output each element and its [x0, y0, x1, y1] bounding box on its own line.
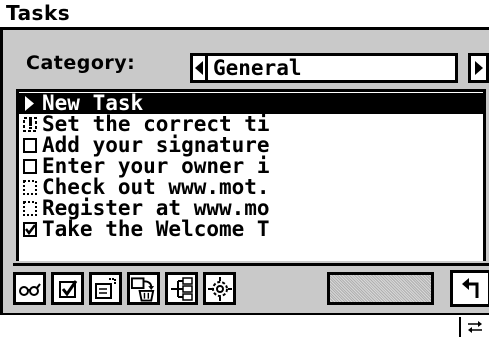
task-text: Register at www.mo [42, 196, 270, 220]
input-area[interactable] [0, 313, 489, 337]
tasks-screen: Tasks Category: General New Task Set the… [0, 0, 489, 337]
task-text: Enter your owner i [42, 154, 270, 178]
view-icon [18, 282, 41, 296]
task-list[interactable]: New Task Set the correct ti Add your sig… [16, 89, 486, 275]
edit-task-button[interactable] [89, 272, 122, 305]
delete-task-button[interactable] [127, 272, 160, 305]
task-item[interactable]: Add your signature [19, 135, 483, 156]
category-selector[interactable]: General [190, 53, 458, 83]
complete-task-button[interactable] [51, 272, 84, 305]
task-text: New Task [42, 91, 144, 115]
new-task-arrow-icon [22, 93, 39, 114]
low-priority-checkbox-icon[interactable] [22, 198, 39, 219]
toolbar-empty-slot [327, 272, 434, 305]
window-title: Tasks [6, 1, 71, 25]
view-button[interactable] [13, 272, 46, 305]
back-arrow-icon [461, 277, 478, 298]
high-priority-checkbox-icon[interactable] [22, 114, 39, 135]
tasks-window: Category: General New Task Set the corre… [0, 30, 489, 313]
delete-task-icon [130, 276, 155, 302]
task-text: Set the correct ti [42, 112, 270, 136]
task-item[interactable]: Enter your owner i [19, 156, 483, 177]
category-prev-icon[interactable] [193, 56, 208, 80]
toolbar-strip [13, 263, 489, 307]
task-item-new[interactable]: New Task [19, 93, 483, 114]
edit-task-icon [94, 277, 116, 299]
checked-checkbox-icon[interactable] [22, 219, 39, 240]
task-text: Take the Welcome T [42, 217, 270, 241]
category-label: Category: [26, 52, 136, 74]
category-next-button[interactable] [468, 53, 489, 83]
tree-view-button[interactable] [165, 272, 198, 305]
task-text: Check out www.mot. [42, 175, 270, 199]
back-button[interactable] [450, 270, 489, 307]
title-bar: Tasks [0, 0, 489, 30]
low-priority-checkbox-icon[interactable] [22, 177, 39, 198]
settings-button[interactable] [203, 272, 236, 305]
keyboard-icon[interactable] [459, 317, 489, 337]
checkbox-icon[interactable] [22, 135, 39, 156]
task-item[interactable]: Register at www.mo [19, 198, 483, 219]
settings-icon [207, 276, 232, 301]
toolbar [3, 261, 489, 313]
category-next-icon [474, 61, 483, 75]
task-item[interactable]: Set the correct ti [19, 114, 483, 135]
complete-task-icon [58, 279, 77, 298]
tree-icon [170, 276, 193, 301]
task-item[interactable]: Take the Welcome T [19, 219, 483, 240]
checkbox-icon[interactable] [22, 156, 39, 177]
category-row: Category: General [16, 42, 489, 83]
task-item[interactable]: Check out www.mot. [19, 177, 483, 198]
task-text: Add your signature [42, 133, 270, 157]
category-value: General [213, 56, 302, 80]
